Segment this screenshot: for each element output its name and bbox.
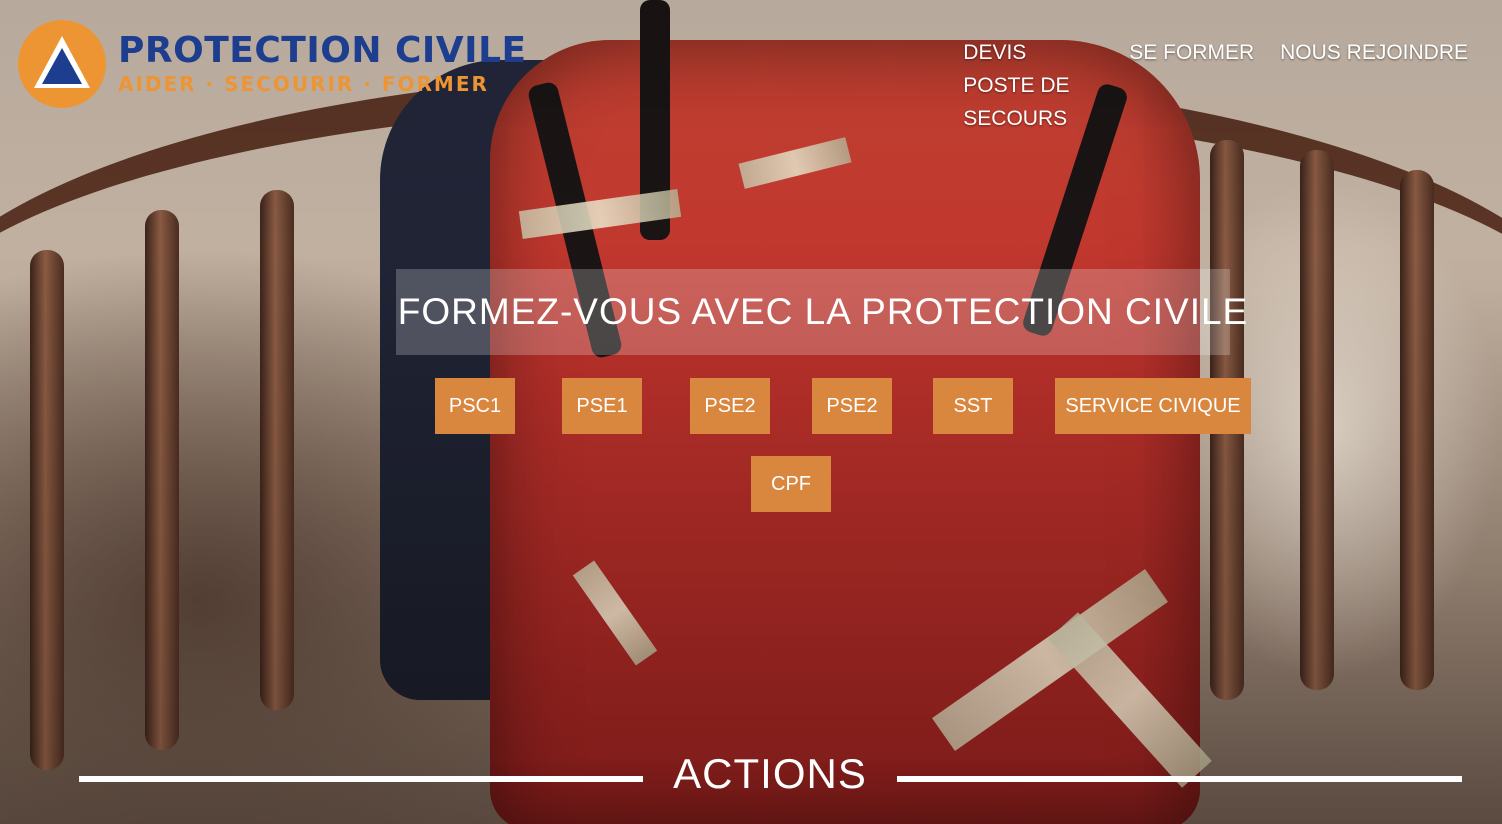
site-logo[interactable]: PROTECTION CIVILE AIDER · SECOURIR · FOR… [18, 20, 527, 108]
nav-se-former[interactable]: SE FORMER [1129, 36, 1254, 69]
actions-section-title: ACTIONS [673, 750, 867, 797]
logo-emblem [18, 20, 106, 108]
course-button-pse2-second[interactable]: PSE2 [812, 378, 892, 434]
course-button-sst[interactable]: SST [933, 378, 1013, 434]
actions-divider-right [897, 776, 1462, 782]
course-button-psc1[interactable]: PSC1 [435, 378, 515, 434]
hero-title-banner: FORMEZ-VOUS AVEC LA PROTECTION CIVILE [396, 269, 1247, 355]
logo-title: PROTECTION CIVILE [118, 30, 527, 71]
course-button-pse2[interactable]: PSE2 [690, 378, 770, 434]
nav-devis-poste-de-secours[interactable]: DEVIS POSTE DE SECOURS [963, 36, 1103, 135]
course-button-cpf[interactable]: CPF [751, 456, 831, 512]
course-button-pse1[interactable]: PSE1 [562, 378, 642, 434]
actions-divider-left [79, 776, 643, 782]
nav-nous-rejoindre[interactable]: NOUS REJOINDRE [1280, 36, 1468, 69]
logo-tagline: AIDER · SECOURIR · FORMER [118, 72, 489, 96]
main-navigation: DEVIS POSTE DE SECOURS SE FORMER NOUS RE… [963, 36, 1468, 135]
logo-triangle-icon [32, 34, 92, 90]
hero-title: FORMEZ-VOUS AVEC LA PROTECTION CIVILE [397, 291, 1249, 332]
course-button-service-civique[interactable]: SERVICE CIVIQUE [1055, 378, 1251, 434]
